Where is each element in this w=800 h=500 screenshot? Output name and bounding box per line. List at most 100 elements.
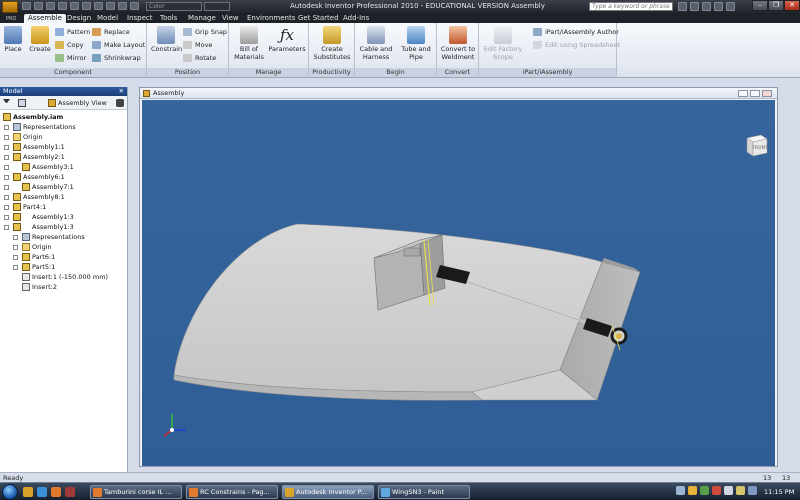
favorites-icon[interactable] <box>714 2 723 11</box>
subscription-icon[interactable] <box>690 2 699 11</box>
place-button[interactable]: Place <box>3 26 23 53</box>
tree-item[interactable]: Assembly8:1 <box>0 192 127 202</box>
taskbar-item-browser-2[interactable]: RC Constrains - Pag... <box>186 485 278 499</box>
firefox-icon[interactable] <box>51 487 61 497</box>
expand-icon[interactable] <box>4 175 9 180</box>
edit-factory-scope-button[interactable]: Edit Factory Scope <box>481 26 525 61</box>
tree-item[interactable]: Assembly1:3 <box>0 212 127 222</box>
expand-icon[interactable] <box>4 165 9 170</box>
save-icon[interactable] <box>46 2 55 10</box>
expand-icon[interactable] <box>4 215 9 220</box>
tab-view[interactable]: View <box>218 14 243 23</box>
minimize-button[interactable]: – <box>752 0 768 11</box>
convert-to-weldment-button[interactable]: Convert to Weldment <box>438 26 478 61</box>
return-icon[interactable] <box>130 2 139 10</box>
doc-restore-button[interactable] <box>750 90 760 97</box>
replace-button[interactable]: Replace <box>92 27 130 37</box>
doc-minimize-button[interactable] <box>738 90 748 97</box>
shrinkwrap-button[interactable]: Shrinkwrap <box>92 53 141 63</box>
tree-item[interactable]: Assembly7:1 <box>0 182 127 192</box>
create-substitutes-button[interactable]: Create Substitutes <box>311 26 353 61</box>
tab-manage[interactable]: Manage <box>184 14 220 23</box>
collapse-icon[interactable] <box>4 225 9 230</box>
update-icon[interactable] <box>94 2 103 10</box>
help-icon[interactable] <box>726 2 735 11</box>
undo-icon[interactable] <box>58 2 67 10</box>
find-binoculars-icon[interactable] <box>116 99 124 107</box>
expand-icon[interactable] <box>13 265 18 270</box>
tree-item[interactable]: Assembly6:1 <box>0 172 127 182</box>
tab-get-started[interactable]: Get Started <box>294 14 343 23</box>
tree-item[interactable]: Assembly1:3 <box>0 222 127 232</box>
close-button[interactable]: ✕ <box>784 0 800 11</box>
tab-tools[interactable]: Tools <box>156 14 181 23</box>
taskbar-clock[interactable]: 11:15 PM <box>764 483 794 500</box>
tree-item[interactable]: Insert:2 <box>0 282 127 292</box>
start-button[interactable] <box>2 484 18 500</box>
tree-item[interactable]: Origin <box>0 132 127 142</box>
tab-model[interactable]: Model <box>93 14 122 23</box>
graphics-canvas[interactable]: FRONT <box>142 100 775 466</box>
media-player-icon[interactable] <box>37 487 47 497</box>
tab-add-ins[interactable]: Add-Ins <box>339 14 373 23</box>
tree-item[interactable]: Insert:1 (-150.000 mm) <box>0 272 127 282</box>
structure-icon[interactable] <box>18 99 26 107</box>
constrain-button[interactable]: Constrain <box>151 26 182 53</box>
expand-icon[interactable] <box>4 135 9 140</box>
filter-icon[interactable] <box>3 99 10 106</box>
pattern-button[interactable]: Pattern <box>55 27 90 37</box>
expand-icon[interactable] <box>13 235 18 240</box>
cable-harness-button[interactable]: Cable and Harness <box>357 26 395 61</box>
assembly-view-selector[interactable]: Assembly View <box>48 98 108 108</box>
mirror-button[interactable]: Mirror <box>55 53 86 63</box>
inventor-logo-icon[interactable] <box>2 1 18 13</box>
power-icon[interactable] <box>736 486 745 495</box>
explorer-icon[interactable] <box>23 487 33 497</box>
expand-icon[interactable] <box>4 155 9 160</box>
taskbar-item-inventor[interactable]: Autodesk Inventor P... <box>282 485 374 499</box>
parameters-button[interactable]: ƒx Parameters <box>267 26 307 53</box>
tree-item[interactable]: Representations <box>0 122 127 132</box>
tube-pipe-button[interactable]: Tube and Pipe <box>398 26 434 61</box>
move-button[interactable]: Move <box>183 40 212 50</box>
taskbar-item-paint[interactable]: WingSN3 - Paint <box>378 485 470 499</box>
edit-spreadsheet-button[interactable]: Edit using Spreadsheet <box>533 40 620 50</box>
properties-icon[interactable] <box>118 2 127 10</box>
tree-item[interactable]: Representations <box>0 232 127 242</box>
tree-item[interactable]: Part6:1 <box>0 252 127 262</box>
expand-icon[interactable] <box>13 245 18 250</box>
open-icon[interactable] <box>34 2 43 10</box>
tree-item[interactable]: Part4:1 <box>0 202 127 212</box>
tree-item[interactable]: Assembly3:1 <box>0 162 127 172</box>
tree-item-root[interactable]: Assembly.iam <box>0 112 127 122</box>
expand-icon[interactable] <box>4 145 9 150</box>
tray-icon[interactable] <box>688 486 697 495</box>
tray-icon[interactable] <box>748 486 757 495</box>
expand-icon[interactable] <box>4 125 9 130</box>
network-icon[interactable] <box>700 486 709 495</box>
quicklaunch-icon[interactable] <box>65 487 75 497</box>
redo-icon[interactable] <box>70 2 79 10</box>
new-icon[interactable] <box>22 2 31 10</box>
taskbar-item-browser-1[interactable]: Tamburini corse IL ... <box>90 485 182 499</box>
tree-item[interactable]: Assembly2:1 <box>0 152 127 162</box>
tree-item[interactable]: Part5:1 <box>0 262 127 272</box>
tray-icon[interactable] <box>676 486 685 495</box>
grip-snap-button[interactable]: Grip Snap <box>183 27 227 37</box>
tab-environments[interactable]: Environments <box>243 14 299 23</box>
tree-item[interactable]: Origin <box>0 242 127 252</box>
select-icon[interactable] <box>106 2 115 10</box>
expand-icon[interactable] <box>4 185 9 190</box>
restore-button[interactable]: ❐ <box>768 0 784 11</box>
copy-button[interactable]: Copy <box>55 40 84 50</box>
rotate-button[interactable]: Rotate <box>183 53 216 63</box>
expand-icon[interactable] <box>4 205 9 210</box>
security-icon[interactable] <box>712 486 721 495</box>
tab-inspect[interactable]: Inspect <box>123 14 157 23</box>
expand-icon[interactable] <box>13 255 18 260</box>
tab-assemble[interactable]: Assemble <box>24 14 66 23</box>
bill-of-materials-button[interactable]: Bill of Materials <box>232 26 266 61</box>
viewcube-icon[interactable]: FRONT <box>743 130 771 158</box>
search-icon[interactable] <box>678 2 687 11</box>
volume-icon[interactable] <box>724 486 733 495</box>
